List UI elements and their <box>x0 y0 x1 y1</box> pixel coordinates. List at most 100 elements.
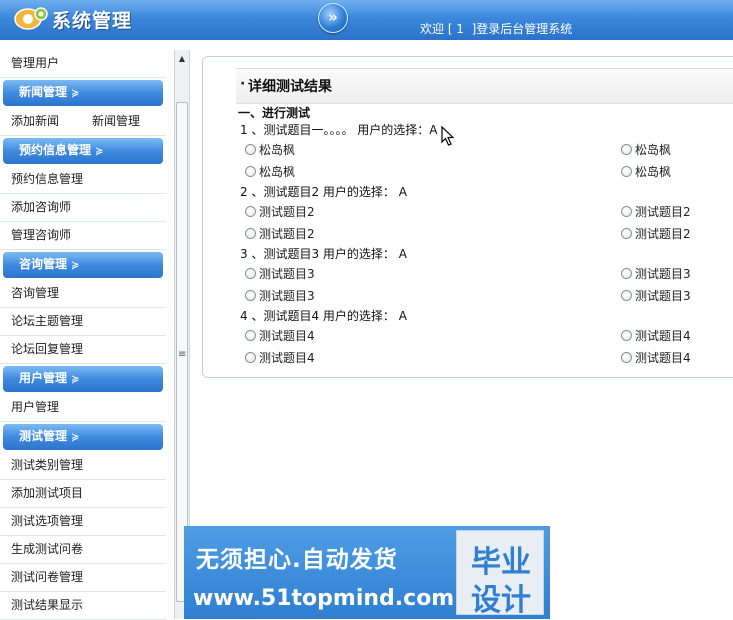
option-label: 测试题目4 <box>259 351 315 365</box>
sidebar-item-test-results[interactable]: 测试结果显示 <box>0 592 166 620</box>
radio-icon[interactable] <box>621 352 632 363</box>
option-radio[interactable]: 测试题目2 <box>621 203 691 219</box>
option-label: 松岛枫 <box>635 143 672 157</box>
welcome-text: 欢迎 [ 1 ]登录后台管理系统 <box>420 22 573 36</box>
menu-group-users[interactable]: 用户管理 ≽ <box>3 366 163 392</box>
menu-group-title: 预约信息管理 <box>19 143 92 157</box>
option-label: 松岛枫 <box>635 165 672 179</box>
radio-icon[interactable] <box>245 206 256 217</box>
option-radio[interactable]: 测试题目3 <box>621 265 691 281</box>
option-label: 测试题目4 <box>635 351 691 365</box>
option-radio[interactable]: 测试题目3 <box>245 265 315 281</box>
banner-badge: 毕业 设计 <box>456 530 544 618</box>
app-title: 系统管理 <box>52 10 133 32</box>
banner-word-bottom: 设计 <box>471 583 531 618</box>
question-line: 2 、测试题目2 用户的选择： A <box>240 185 407 199</box>
menu-group-consult[interactable]: 咨询管理 ≽ <box>3 252 163 278</box>
sidebar-item-survey-manage[interactable]: 测试问卷管理 <box>0 564 166 592</box>
sidebar-item-generate-survey[interactable]: 生成测试问卷 <box>0 536 166 564</box>
mouse-cursor-icon <box>441 126 455 146</box>
section-heading: 一、进行测试 <box>238 106 311 120</box>
menu-group-title: 咨询管理 <box>19 257 68 271</box>
banner-url: www.51topmind.com <box>193 586 455 611</box>
radio-icon[interactable] <box>245 290 256 301</box>
sidebar-item-appointment-manage[interactable]: 预约信息管理 <box>0 166 166 194</box>
splitter-grip-icon[interactable]: ≡ <box>178 349 186 360</box>
radio-icon[interactable] <box>621 144 632 155</box>
question-line: 3 、测试题目3 用户的选择： A <box>240 247 407 261</box>
radio-icon[interactable] <box>245 268 256 279</box>
sidebar-item-forum-topic[interactable]: 论坛主题管理 <box>0 308 166 336</box>
radio-icon[interactable] <box>621 290 632 301</box>
top-header: 系统管理 » 欢迎 [ 1 ]登录后台管理系统 <box>0 0 733 40</box>
option-radio[interactable]: 测试题目3 <box>245 287 315 303</box>
option-label: 松岛枫 <box>259 143 296 157</box>
sidebar-item-manage-users[interactable]: 管理用户 <box>0 50 166 78</box>
option-label: 测试题目4 <box>259 329 315 343</box>
option-radio[interactable]: 松岛枫 <box>621 141 671 157</box>
radio-icon[interactable] <box>245 228 256 239</box>
radio-icon[interactable] <box>245 330 256 341</box>
radio-icon[interactable] <box>621 166 632 177</box>
radio-icon[interactable] <box>621 330 632 341</box>
chevron-down-icon: ≽ <box>71 374 80 385</box>
option-label: 测试题目3 <box>635 289 691 303</box>
question-line: 4 、测试题目4 用户的选择： A <box>240 309 407 323</box>
chevron-down-icon: ≽ <box>71 88 80 99</box>
sidebar-menu: 管理用户 新闻管理 ≽ 添加新闻 新闻管理 预约信息管理 ≽ 预约信息管理 添加咨询… <box>0 50 166 620</box>
option-radio[interactable]: 测试题目2 <box>621 225 691 241</box>
option-radio[interactable]: 测试题目3 <box>621 287 691 303</box>
page-title: 详细测试结果 <box>248 79 332 95</box>
radio-icon[interactable] <box>621 268 632 279</box>
option-radio[interactable]: 测试题目4 <box>245 349 315 365</box>
option-label: 测试题目2 <box>259 205 315 219</box>
option-label: 测试题目3 <box>259 267 315 281</box>
radio-icon[interactable] <box>621 206 632 217</box>
toggle-menu-button[interactable]: » <box>318 3 348 33</box>
menu-group-appointment[interactable]: 预约信息管理 ≽ <box>3 138 163 164</box>
menu-group-tests[interactable]: 测试管理 ≽ <box>3 424 163 450</box>
radio-icon[interactable] <box>245 144 256 155</box>
sidebar-item-user-manage[interactable]: 用户管理 <box>0 394 166 422</box>
menu-group-news[interactable]: 新闻管理 ≽ <box>3 80 163 106</box>
radio-icon[interactable] <box>245 352 256 363</box>
option-radio[interactable]: 测试题目4 <box>245 327 315 343</box>
option-radio[interactable]: 测试题目2 <box>245 225 315 241</box>
option-label: 测试题目2 <box>259 227 315 241</box>
chevron-down-icon: ≽ <box>71 432 80 443</box>
radio-icon[interactable] <box>245 166 256 177</box>
option-label: 测试题目4 <box>635 329 691 343</box>
sidebar-item-test-category[interactable]: 测试类别管理 <box>0 452 166 480</box>
sidebar-item-test-options[interactable]: 测试选项管理 <box>0 508 166 536</box>
option-radio[interactable]: 松岛枫 <box>621 163 671 179</box>
sidebar-item-forum-reply[interactable]: 论坛回复管理 <box>0 336 166 364</box>
option-label: 测试题目3 <box>635 267 691 281</box>
sidebar-item-consult-manage[interactable]: 咨询管理 <box>0 280 166 308</box>
option-radio[interactable]: 测试题目2 <box>245 203 315 219</box>
chevron-down-icon: ≽ <box>71 260 80 271</box>
option-radio[interactable]: 松岛枫 <box>245 163 295 179</box>
sidebar-item-manage-counselor[interactable]: 管理咨询师 <box>0 222 166 250</box>
option-label: 测试题目3 <box>259 289 315 303</box>
radio-icon[interactable] <box>621 228 632 239</box>
option-radio[interactable]: 松岛枫 <box>245 141 295 157</box>
watermark-banner: 无须担心.自动发货 www.51topmind.com 毕业 设计 <box>184 526 550 619</box>
sidebar-row-news: 添加新闻 新闻管理 <box>0 108 166 136</box>
sidebar-item-add-test[interactable]: 添加测试项目 <box>0 480 166 508</box>
sidebar-item-add-news[interactable]: 添加新闻 <box>11 108 59 135</box>
question-line: 1 、测试题目一。。。。 用户的选择：A <box>240 123 438 137</box>
sidebar-item-add-counselor[interactable]: 添加咨询师 <box>0 194 166 222</box>
sidebar-item-news-manage[interactable]: 新闻管理 <box>92 108 140 135</box>
bullet-icon: · <box>240 76 246 92</box>
banner-slogan-area: 无须担心.自动发货 www.51topmind.com <box>184 526 454 619</box>
option-label: 测试题目2 <box>635 227 691 241</box>
menu-group-title: 测试管理 <box>19 429 68 443</box>
option-radio[interactable]: 测试题目4 <box>621 349 691 365</box>
menu-group-title: 用户管理 <box>19 371 68 385</box>
option-radio[interactable]: 测试题目4 <box>621 327 691 343</box>
scroll-up-arrow-icon[interactable]: ▲ <box>175 50 189 66</box>
banner-slogan: 无须担心.自动发货 <box>196 547 398 573</box>
option-label: 测试题目2 <box>635 205 691 219</box>
menu-group-title: 新闻管理 <box>19 85 68 99</box>
chevron-down-icon: ≽ <box>95 146 104 157</box>
